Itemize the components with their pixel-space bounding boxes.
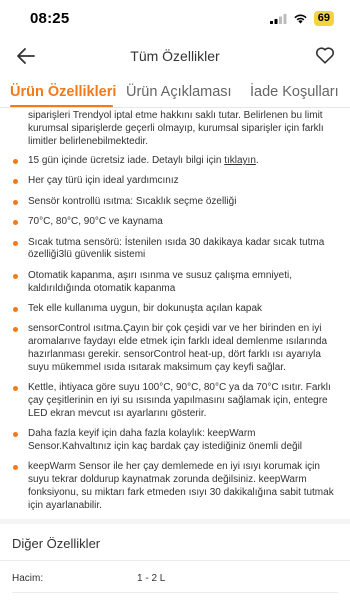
- bullet-icon: [13, 159, 18, 164]
- return-details-link[interactable]: tıklayın: [224, 155, 256, 166]
- tab-return-conditions[interactable]: İade Koşulları: [250, 84, 339, 100]
- bullet-icon: [13, 306, 18, 312]
- list-item: Daha fazla keyif için daha fazla kolaylı…: [0, 428, 350, 454]
- status-time: 08:25: [30, 10, 70, 27]
- bullet-icon: [13, 432, 18, 438]
- feature-text: Sıcak tutma sensörü: İstenilen ısıda 30 …: [28, 236, 325, 261]
- feature-text: Kettle, ihtiyaca göre suyu 100°C, 90°C, …: [28, 382, 331, 419]
- battery-indicator: 69: [313, 11, 334, 26]
- bullet-icon: [13, 220, 18, 226]
- feature-list: 15 gün içinde ücretsiz iade. Detaylı bil…: [0, 155, 350, 513]
- return-policy-text: 15 gün içinde ücretsiz iade. Detaylı bil…: [28, 155, 225, 166]
- nav-bar: Tüm Özellikler: [0, 38, 350, 74]
- feature-text: Tek elle kullanıma uygun, bir dokunuşta …: [28, 302, 263, 314]
- feature-text: 70°C, 80°C, 90°C ve kaynama: [28, 216, 163, 228]
- heading-divider: [0, 560, 350, 561]
- wifi-icon: [294, 14, 307, 24]
- feature-text: Daha fazla keyif için daha fazla kolaylı…: [28, 428, 303, 452]
- order-limit-note: siparişleri Trendyol iptal etme hakkını …: [28, 110, 324, 147]
- bullet-icon: [13, 199, 18, 205]
- list-item: Her çay türü için ideal yardımcınız: [0, 175, 350, 188]
- spec-value: 1 - 2 L: [137, 573, 166, 584]
- tab-product-description[interactable]: Ürün Açıklaması: [126, 84, 232, 100]
- return-policy-suffix: .: [255, 155, 259, 166]
- feature-text: Her çay türü için ideal yardımcınız: [28, 175, 179, 187]
- list-item: 15 gün içinde ücretsiz iade. Detaylı bil…: [0, 155, 350, 168]
- bullet-icon: [13, 386, 18, 392]
- heart-icon[interactable]: [314, 44, 336, 66]
- feature-text: sensorControl ısıtma.Çayın bir çok çeşid…: [28, 323, 328, 373]
- signal-icon: [269, 14, 287, 24]
- feature-text: Sensör kontrollü ısıtma: Sıcaklık seçme …: [28, 195, 237, 207]
- list-item: Sıcak tutma sensörü: İstenilen ısıda 30 …: [0, 237, 350, 263]
- spec-row: Hacim: 1 - 2 L: [0, 571, 350, 589]
- bullet-icon: [13, 273, 18, 279]
- list-item: Kettle, ihtiyaca göre suyu 100°C, 90°C, …: [0, 382, 350, 420]
- list-item: sensorControl ısıtma.Çayın bir çok çeşid…: [0, 323, 350, 374]
- list-item: Tek elle kullanıma uygun, bir dokunuşta …: [0, 303, 350, 316]
- section-divider: [0, 519, 350, 524]
- features-content[interactable]: siparişleri Trendyol iptal etme hakkını …: [0, 109, 350, 513]
- status-bar: 08:25 69: [0, 0, 350, 38]
- bullet-icon: [13, 465, 18, 471]
- status-indicators: 69: [269, 11, 334, 26]
- list-item: Otomatik kapanma, aşırı ısınma ve susuz …: [0, 270, 350, 296]
- bullet-icon: [13, 179, 18, 185]
- bullet-icon: [13, 240, 18, 246]
- list-item: keepWarm Sensor ile her çay demlemede en…: [0, 461, 350, 512]
- tab-bar: Ürün Özellikleri Ürün Açıklaması İade Ko…: [0, 78, 350, 108]
- list-item: Sensör kontrollü ısıtma: Sıcaklık seçme …: [0, 196, 350, 209]
- other-features-heading: Diğer Özellikler: [12, 536, 101, 551]
- spec-divider: [12, 592, 338, 593]
- page-title: Tüm Özellikler: [130, 48, 220, 64]
- tab-product-features[interactable]: Ürün Özellikleri: [10, 84, 116, 100]
- list-item: 70°C, 80°C, 90°C ve kaynama: [0, 216, 350, 229]
- spec-label: Hacim:: [12, 573, 44, 584]
- feature-text: keepWarm Sensor ile her çay demlemede en…: [28, 461, 334, 511]
- active-tab-indicator: [10, 105, 113, 107]
- bullet-icon: [13, 327, 18, 333]
- feature-text: Otomatik kapanma, aşırı ısınma ve susuz …: [28, 269, 292, 294]
